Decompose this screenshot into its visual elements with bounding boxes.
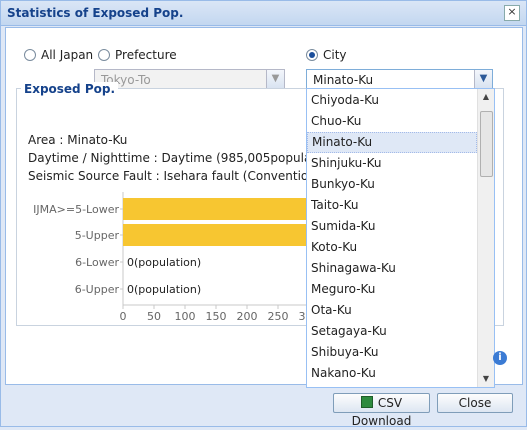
scroll-thumb[interactable] (480, 111, 493, 177)
dropdown-option[interactable]: Sumida-Ku (307, 216, 477, 237)
dropdown-option[interactable]: Ota-Ku (307, 300, 477, 321)
close-icon[interactable]: × (504, 5, 520, 21)
category-label: IJMA>=5-Lower (33, 203, 119, 216)
dropdown-option[interactable]: Nakano-Ku (307, 363, 477, 384)
category-label: 6-Upper (75, 283, 120, 296)
dropdown-option[interactable]: Bunkyo-Ku (307, 174, 477, 195)
x-tick-label: 0 (120, 310, 127, 323)
dropdown-option[interactable]: Setagaya-Ku (307, 321, 477, 342)
city-dropdown-list[interactable]: Chiyoda-Ku Chuo-Ku Minato-Ku Shinjuku-Ku Bun… (306, 88, 495, 388)
category-label: 6-Lower (75, 256, 119, 269)
data-label: 0(population) (127, 283, 201, 296)
radio-all-japan-circle[interactable] (24, 49, 36, 61)
x-tick-label: 250 (268, 310, 289, 323)
category-label: 5-Upper (75, 229, 120, 242)
statistics-window: Statistics of Exposed Pop. × All Japan P… (0, 0, 527, 428)
dropdown-option[interactable]: Meguro-Ku (307, 279, 477, 300)
csv-download-button[interactable]: CSV Download (333, 393, 430, 428)
exposed-pop-chart: IJMA>=5-Lower5-Upper451,5786-Lower0(popu… (33, 192, 307, 323)
radio-city-label: City (323, 48, 347, 62)
window-title: Statistics of Exposed Pop. (7, 6, 184, 20)
radio-city-circle[interactable] (306, 49, 318, 61)
data-label: 0(population) (127, 256, 201, 269)
x-tick-label: 300 (299, 310, 307, 323)
spreadsheet-icon (360, 396, 373, 408)
dropdown-option[interactable]: Shinagawa-Ku (307, 258, 477, 279)
chevron-down-icon[interactable]: ▼ (474, 70, 492, 88)
dropdown-option[interactable]: Chuo-Ku (307, 111, 477, 132)
dropdown-option[interactable]: Koto-Ku (307, 237, 477, 258)
daytime-text: Daytime / Nighttime : Daytime (985,005po… (28, 151, 327, 165)
close-button[interactable]: Close (437, 393, 513, 413)
bar (123, 224, 306, 246)
bar (123, 198, 306, 220)
x-tick-label: 200 (237, 310, 258, 323)
city-combo-value[interactable]: Minato-Ku (313, 73, 373, 87)
dropdown-option[interactable]: Minato-Ku (307, 132, 477, 153)
radio-all-japan[interactable]: All Japan (24, 48, 93, 62)
city-combo[interactable]: Minato-Ku ▼ (306, 69, 493, 89)
dropdown-option[interactable]: Shibuya-Ku (307, 342, 477, 363)
dropdown-option[interactable]: Shinjuku-Ku (307, 153, 477, 174)
scroll-down-icon[interactable]: ▼ (478, 372, 494, 386)
x-tick-label: 50 (147, 310, 161, 323)
dropdown-option[interactable]: Chiyoda-Ku (307, 90, 477, 111)
x-tick-label: 150 (206, 310, 227, 323)
area-text: Area : Minato-Ku (28, 133, 128, 147)
x-tick-label: 100 (175, 310, 196, 323)
title-bar[interactable]: Statistics of Exposed Pop. × (1, 1, 526, 26)
info-icon[interactable]: i (493, 351, 507, 365)
radio-prefecture-label: Prefecture (115, 48, 177, 62)
chevron-down-icon: ▼ (266, 70, 284, 88)
exposed-pop-legend: Exposed Pop. (21, 82, 119, 96)
radio-prefecture[interactable]: Prefecture (98, 48, 177, 62)
radio-city[interactable]: City (306, 48, 347, 62)
dropdown-option[interactable]: Taito-Ku (307, 195, 477, 216)
prefecture-combo: Tokyo-To ▼ (94, 69, 285, 89)
radio-all-japan-label: All Japan (41, 48, 94, 62)
fault-text: Seismic Source Fault : Isehara fault (Co… (28, 169, 327, 183)
dropdown-scrollbar[interactable]: ▲ ▼ (477, 89, 494, 387)
radio-prefecture-circle[interactable] (98, 49, 110, 61)
scroll-up-icon[interactable]: ▲ (478, 90, 494, 104)
